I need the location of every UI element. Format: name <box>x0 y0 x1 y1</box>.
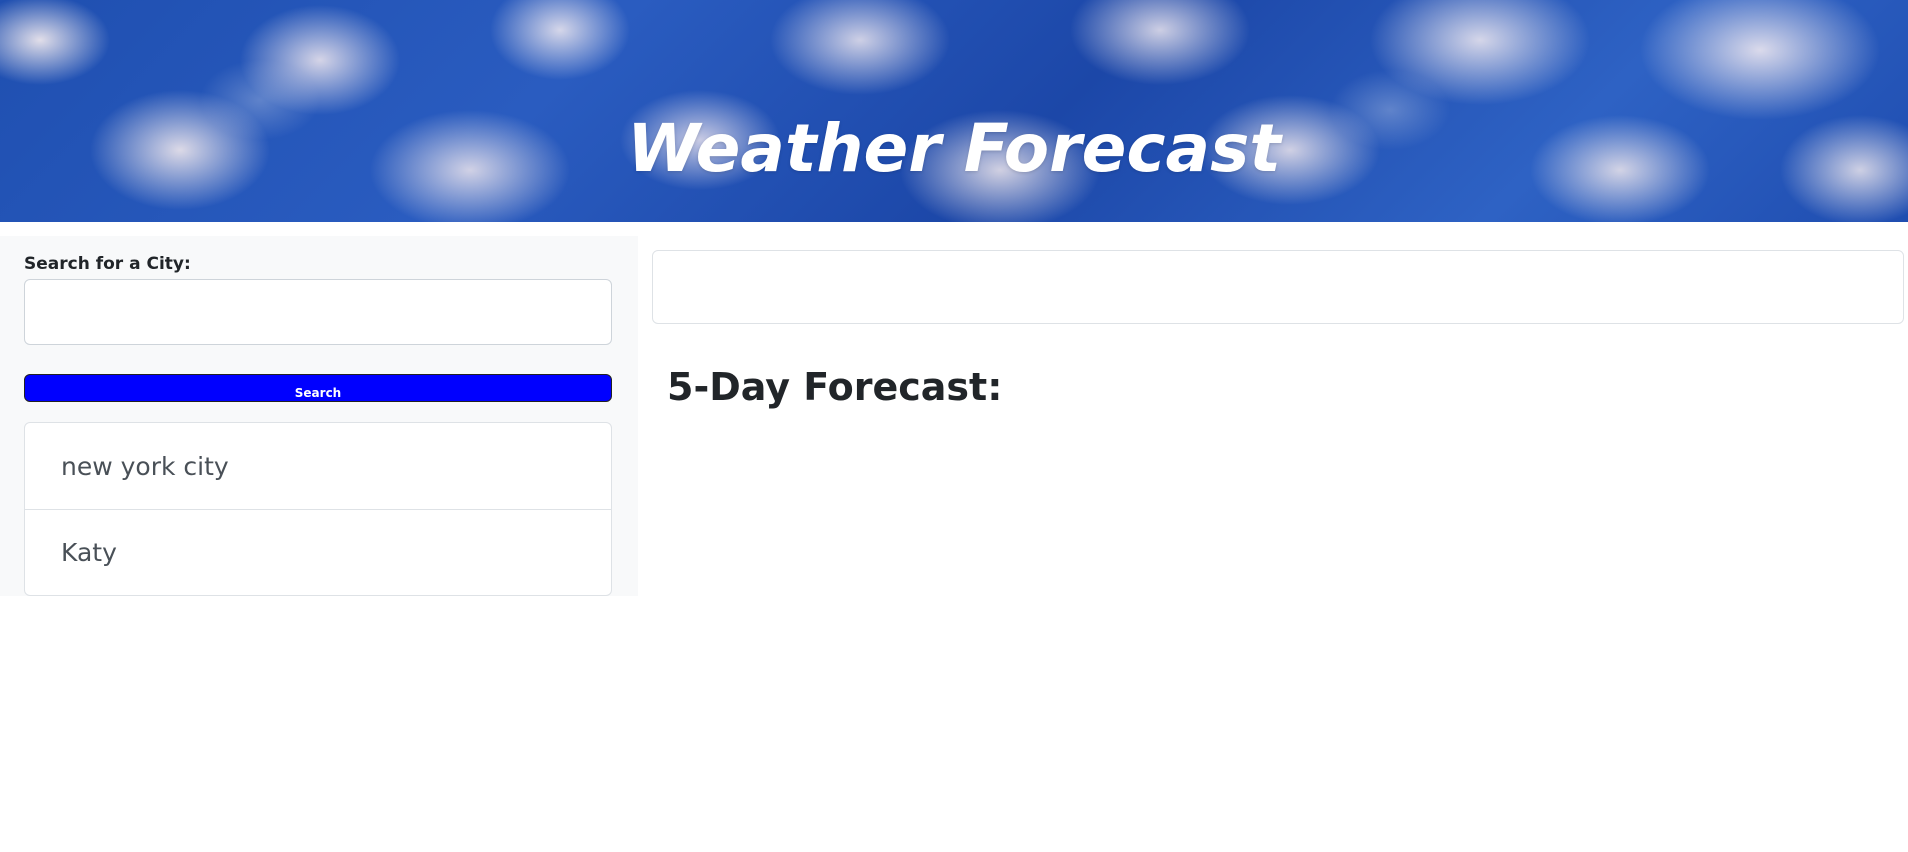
history-item-katy[interactable]: Katy <box>25 509 611 595</box>
search-sidebar: Search for a City: Search new york city … <box>0 236 638 596</box>
history-item-new-york-city[interactable]: new york city <box>25 423 611 509</box>
search-button[interactable]: Search <box>24 374 612 402</box>
page-title: Weather Forecast <box>627 110 1281 188</box>
search-history-list: new york city Katy <box>24 422 612 596</box>
search-label: Search for a City: <box>24 254 191 274</box>
city-search-input[interactable] <box>24 279 612 345</box>
current-weather-card <box>652 250 1904 324</box>
header-banner: Weather Forecast <box>0 0 1908 222</box>
forecast-heading: 5-Day Forecast: <box>667 365 1003 409</box>
